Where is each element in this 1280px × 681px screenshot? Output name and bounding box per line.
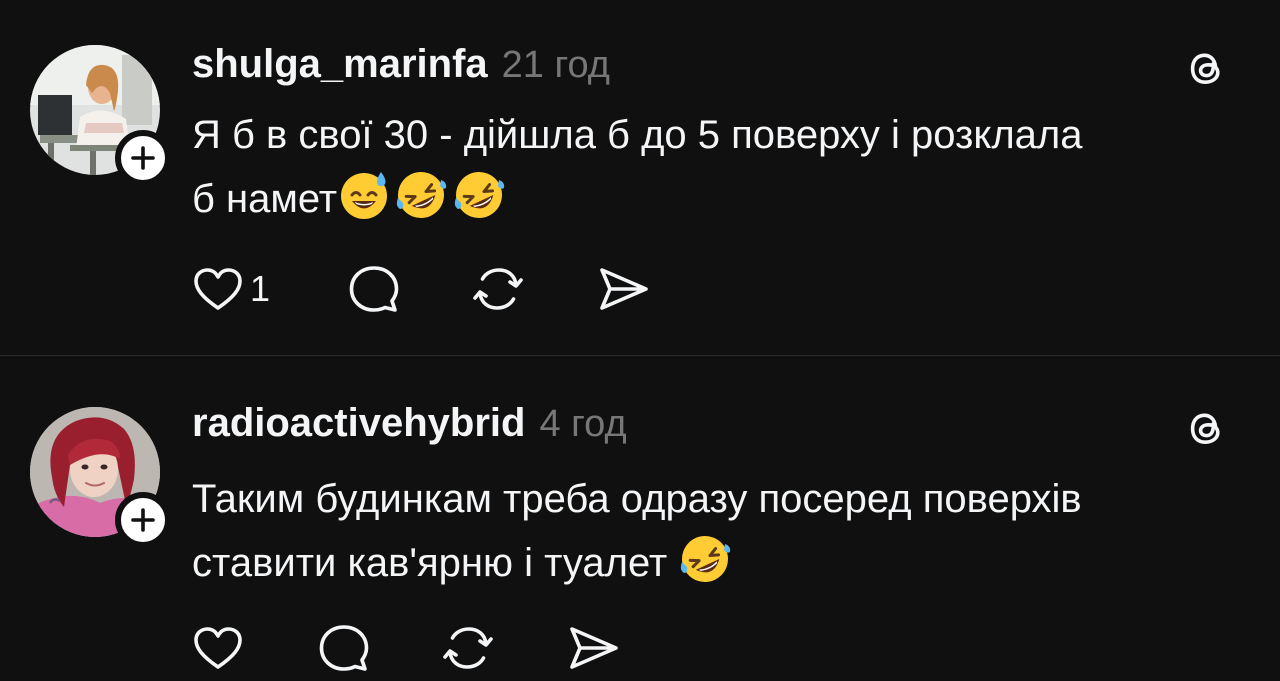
comment-bubble-icon <box>349 266 399 312</box>
rofl-emoji <box>681 536 731 582</box>
share-button[interactable] <box>566 622 622 674</box>
repost-button[interactable] <box>470 263 526 315</box>
post-text-line-content: б намет <box>192 177 338 221</box>
post-header: radioactivehybrid 4 год <box>192 401 627 451</box>
send-icon <box>570 627 618 669</box>
reply-post: radioactivehybrid 4 год Таким будинкам т… <box>0 356 1280 681</box>
avatar-container[interactable] <box>30 407 171 548</box>
share-button[interactable] <box>596 263 652 315</box>
reply-button[interactable] <box>348 263 400 315</box>
repost-icon <box>473 268 523 310</box>
heart-icon <box>194 268 242 310</box>
comment-bubble-icon <box>319 625 369 671</box>
post-text-line-2: ставити кав'ярню і туалет <box>192 531 1252 595</box>
post-timestamp[interactable]: 21 год <box>502 44 610 87</box>
plus-icon <box>131 508 155 532</box>
reply-post: shulga_marinfa 21 год Я б в свої 30 - ді… <box>0 0 1280 355</box>
post-timestamp[interactable]: 4 год <box>539 403 626 446</box>
post-text: Таким будинкам треба одразу посеред пове… <box>192 467 1252 595</box>
post-text-line-2: б намет <box>192 167 1252 231</box>
threads-logo-icon[interactable] <box>1182 404 1230 452</box>
post-header: shulga_marinfa 21 год <box>192 42 610 92</box>
like-button[interactable]: 1 <box>192 263 270 315</box>
heart-icon <box>194 627 242 669</box>
avatar-container[interactable] <box>30 45 171 186</box>
rofl-emoji <box>397 172 447 218</box>
sweat-smile-emoji <box>341 172 388 219</box>
repost-icon <box>443 627 493 669</box>
send-icon <box>600 268 648 310</box>
repost-button[interactable] <box>440 622 496 674</box>
username-link[interactable]: shulga_marinfa <box>192 42 488 87</box>
post-text: Я б в свої 30 - дійшла б до 5 поверху і … <box>192 103 1252 231</box>
threads-logo-icon[interactable] <box>1182 44 1230 92</box>
follow-button[interactable] <box>115 492 171 548</box>
post-text-line: Таким будинкам треба одразу посеред пове… <box>192 477 1082 521</box>
like-button[interactable] <box>192 622 244 674</box>
reply-button[interactable] <box>318 622 370 674</box>
username-link[interactable]: radioactivehybrid <box>192 401 525 446</box>
post-text-line: Я б в свої 30 - дійшла б до 5 поверху і … <box>192 113 1083 157</box>
threads-reply-feed: shulga_marinfa 21 год Я б в свої 30 - ді… <box>0 0 1280 681</box>
follow-button[interactable] <box>115 130 171 186</box>
like-count: 1 <box>250 268 271 309</box>
post-text-line-content: ставити кав'ярню і туалет <box>192 541 668 585</box>
rofl-emoji <box>454 172 504 218</box>
plus-icon <box>131 146 155 170</box>
